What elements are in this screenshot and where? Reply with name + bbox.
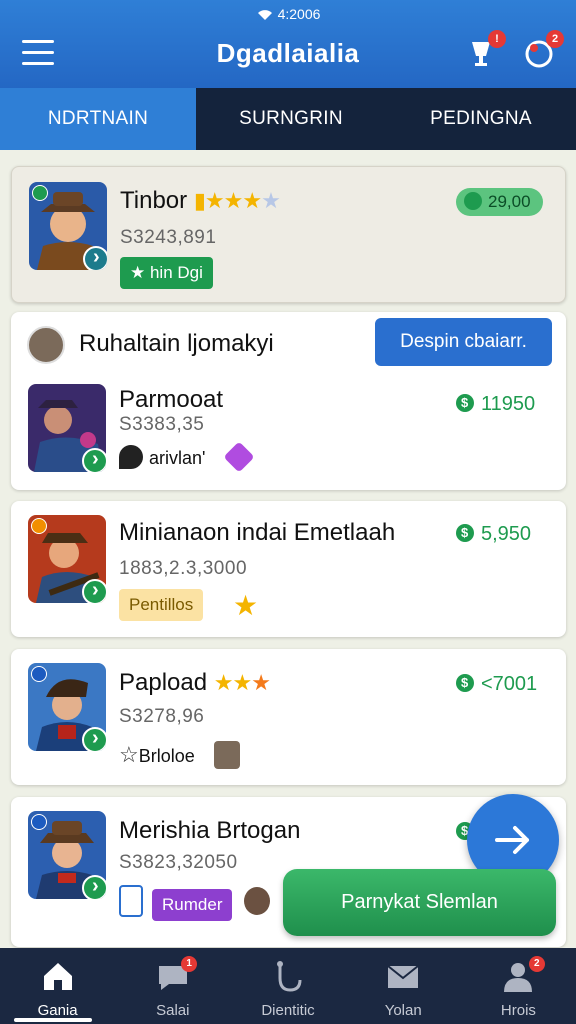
play-icon (82, 727, 106, 751)
section-title: Ruhaltain ljomakyi (79, 330, 274, 357)
list-item[interactable]: Minianaon indai Emetlaah 1883,2.3,3000 P… (11, 501, 566, 637)
play-icon (82, 448, 106, 472)
item-price-value: <7001 (481, 673, 538, 695)
item-tag-row: Rumder (119, 885, 270, 921)
item-price-value: 5,950 (481, 523, 532, 545)
home-icon (43, 963, 72, 990)
character-icon (213, 741, 240, 769)
nav-mail[interactable]: Yolan (346, 948, 461, 1024)
tab-surngrin[interactable]: SURNGRIN (196, 88, 386, 150)
item-sub: S3278,96 (119, 706, 205, 727)
featured-card[interactable]: Tinbor ▮★★★★ S3243,891 ★ hin Dgi 29,00 (11, 166, 566, 303)
coin-icon (464, 192, 482, 210)
wifi-icon (257, 10, 272, 21)
item-sub: S3823,32050 (119, 852, 238, 873)
refresh-icon[interactable]: 2 (522, 30, 564, 72)
rating-stars: ▮★★★★ (193, 188, 281, 213)
item-tag: Brloloe (138, 746, 195, 766)
tab-ndrtnain[interactable]: NDRTNAIN (0, 88, 196, 150)
item-sub: S3383,35 (119, 414, 205, 435)
nav-home-label: Gania (37, 1002, 78, 1019)
tools-icon (277, 961, 302, 992)
nav-tools-label: Dientitic (261, 1002, 315, 1019)
list-item[interactable]: Papload ★★★ S3278,96 ☆Brloloe <7001 (11, 649, 566, 785)
nav-profile-label: Hrois (500, 1002, 536, 1019)
item-name: Merishia Brtogan (119, 817, 301, 844)
shield-icon (119, 445, 143, 469)
item-name: Papload (119, 669, 208, 696)
level-icon (31, 814, 47, 830)
nav-profile-badge: 2 (528, 956, 545, 972)
featured-tag: ★ hin Dgi (120, 257, 213, 289)
section-avatar (27, 326, 65, 364)
item-tag-row: arivlan' (119, 441, 256, 473)
section-card: Ruhaltain ljomakyi Despin cbaiarr. Parmo… (11, 312, 566, 490)
person-icon (119, 885, 143, 917)
tab-pedingna[interactable]: PEDINGNA (386, 88, 576, 150)
star-icon: ★ (233, 590, 258, 621)
item-avatar (28, 663, 106, 751)
item-price: <7001 (456, 673, 537, 696)
item-avatar (28, 515, 106, 603)
featured-name: Tinbor (120, 187, 188, 214)
character-icon (243, 887, 270, 915)
app-header: 4:2006 Dgadlaialia ! 2 (0, 0, 576, 88)
tab-bar: NDRTNAIN SURNGRIN PEDINGNA (0, 88, 576, 150)
arrow-right-icon (495, 826, 529, 854)
nav-profile[interactable]: 2 Hrois (461, 948, 576, 1024)
mail-icon (387, 965, 419, 988)
status-time: 4:2006 (277, 6, 321, 22)
coin-icon (456, 394, 474, 412)
item-sub: 1883,2.3,3000 (119, 558, 248, 579)
item-name: Parmooat (119, 386, 224, 413)
featured-name-row: Tinbor ▮★★★★ (120, 187, 281, 215)
nav-home[interactable]: Gania (0, 948, 115, 1024)
featured-price-value: 29,00 (488, 192, 531, 211)
coin-icon (456, 674, 474, 692)
item-tag-row: ☆Brloloe (119, 741, 240, 769)
play-icon (83, 246, 107, 270)
item-price-value: 11950 (481, 393, 536, 415)
item-avatar (28, 811, 106, 899)
despin-button[interactable]: Despin cbaiarr. (375, 318, 552, 366)
item-name-row: Papload ★★★ (119, 669, 271, 697)
nav-chat-badge: 1 (181, 956, 198, 972)
star-icon: ★ (130, 263, 150, 282)
nav-tools[interactable]: Dientitic (230, 948, 345, 1024)
status-bar: 4:2006 (0, 6, 576, 22)
alert-badge: 2 (546, 30, 564, 48)
trophy-icon[interactable]: ! (464, 30, 506, 72)
rating-stars: ★★★ (213, 670, 271, 695)
item-tag: Rumder (152, 889, 233, 921)
featured-sub: S3243,891 (120, 227, 217, 248)
featured-tag-label: hin Dgi (149, 263, 203, 282)
level-icon (32, 185, 48, 201)
notification-badge: ! (488, 30, 506, 48)
bottom-nav: Gania 1 Salai Dientitic Yolan 2 Hrois (0, 948, 576, 1024)
coin-icon (456, 524, 474, 542)
play-icon (82, 875, 106, 899)
nav-chat[interactable]: 1 Salai (115, 948, 230, 1024)
item-name: Minianaon indai Emetlaah (119, 519, 396, 546)
item-avatar (28, 384, 106, 472)
item-price: 11950 (456, 393, 535, 416)
featured-avatar (29, 182, 107, 270)
featured-price: 29,00 (456, 188, 543, 216)
play-icon (82, 579, 106, 603)
star-outline-icon: ☆ (119, 742, 139, 767)
item-price: 5,950 (456, 523, 531, 546)
level-icon (31, 666, 47, 682)
nav-active-indicator (14, 1018, 92, 1022)
item-tag: arivlan' (149, 448, 206, 468)
level-icon (31, 518, 47, 534)
nav-mail-label: Yolan (384, 1002, 422, 1019)
item-tag: Pentillos (119, 589, 204, 621)
gem-icon (223, 441, 256, 473)
cta-button[interactable]: Parnykat Slemlan (283, 869, 556, 936)
nav-chat-label: Salai (156, 1002, 190, 1019)
